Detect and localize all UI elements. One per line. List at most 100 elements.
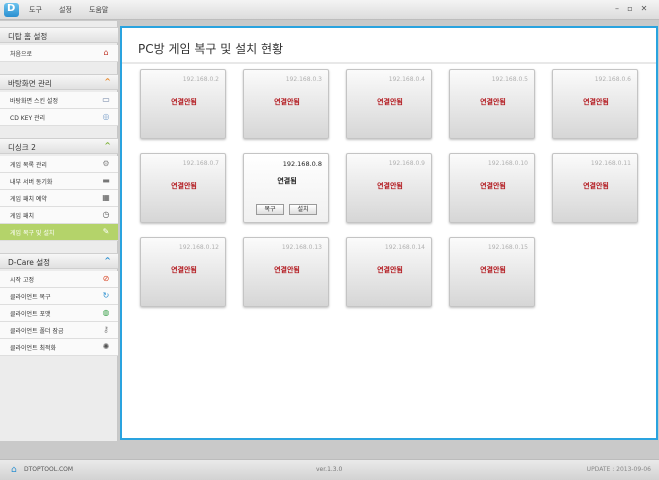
sidebar-item-label: 시작 고정 xyxy=(10,277,34,284)
restore-icon: ↻ xyxy=(102,291,110,300)
page-title: PC방 게임 복구 및 설치 현황 xyxy=(138,42,284,56)
spinner-icon: ✺ xyxy=(102,342,110,351)
lock-icon: ⚷ xyxy=(103,325,109,334)
pc-card[interactable]: 192.168.0.3 연결안됨 xyxy=(243,69,329,139)
block-icon: ⊘ xyxy=(102,274,110,283)
pc-card[interactable]: 192.168.0.15 연결안됨 xyxy=(449,237,535,307)
sidebar-item[interactable]: 게임 목록 관리 ⚙ xyxy=(0,156,118,173)
close-icon[interactable]: ✕ xyxy=(639,4,649,14)
pc-status-label: 연결안됨 xyxy=(583,182,609,190)
sidebar-item[interactable]: 바탕화면 스킨 설정 ▭ xyxy=(0,92,118,109)
disc-icon: ◎ xyxy=(102,112,110,121)
pc-ip-label: 192.168.0.12 xyxy=(178,244,219,251)
sidebar-item-label: CD KEY 관리 xyxy=(10,115,46,122)
pc-card[interactable]: 192.168.0.2 연결안됨 xyxy=(140,69,226,139)
pc-ip-label: 192.168.0.14 xyxy=(384,244,425,251)
pc-ip-label: 192.168.0.2 xyxy=(182,76,219,83)
pc-ip-label: 192.168.0.15 xyxy=(487,244,528,251)
pc-status-label: 연결안됨 xyxy=(480,266,506,274)
chevron-up-icon[interactable]: ^ xyxy=(104,77,111,86)
pc-status-label: 연결안됨 xyxy=(480,98,506,106)
pc-ip-label: 192.168.0.10 xyxy=(487,160,528,167)
pc-card[interactable]: 192.168.0.12 연결안됨 xyxy=(140,237,226,307)
sidebar-item[interactable]: 클라이언트 폴더 잠금 ⚷ xyxy=(0,322,118,339)
globe-icon: ◍ xyxy=(102,308,110,317)
pc-card[interactable]: 192.168.0.13 연결안됨 xyxy=(243,237,329,307)
pc-ip-label: 192.168.0.13 xyxy=(281,244,322,251)
sidebar-section-title: D-Care 설정 xyxy=(8,258,51,267)
sidebar-item-label: 클라이언트 최적화 xyxy=(10,345,57,352)
sidebar-item[interactable]: 게임 패치 ◷ xyxy=(0,207,118,224)
sidebar-item[interactable]: 클라이언트 포맷 ◍ xyxy=(0,305,118,322)
pc-ip-label: 192.168.0.11 xyxy=(590,160,631,167)
sidebar-item[interactable]: CD KEY 관리 ◎ xyxy=(0,109,118,126)
chevron-up-icon[interactable]: ^ xyxy=(104,141,111,150)
sidebar-item[interactable]: 게임 패치 예약 ▦ xyxy=(0,190,118,207)
pc-status-label: 연결안됨 xyxy=(377,98,403,106)
restore-button[interactable]: 복구 xyxy=(256,204,284,215)
pc-ip-label: 192.168.0.8 xyxy=(282,160,322,168)
pc-ip-label: 192.168.0.4 xyxy=(388,76,425,83)
sidebar-section-header[interactable]: 디싱크 2 ^ xyxy=(0,138,118,154)
pc-status-label: 연결안됨 xyxy=(377,182,403,190)
sidebar-item[interactable]: 시작 고정 ⊘ xyxy=(0,271,118,288)
home-icon[interactable]: ⌂ xyxy=(11,466,20,475)
pc-card[interactable]: 192.168.0.6 연결안됨 xyxy=(552,69,638,139)
sidebar-section-header[interactable]: 바탕화면 관리 ^ xyxy=(0,74,118,90)
sidebar-item-label: 게임 패치 예약 xyxy=(10,196,47,203)
sidebar-section-header[interactable]: D-Care 설정 ^ xyxy=(0,253,118,269)
title-bar: 도구 설정 도움말 – ▫ ✕ xyxy=(0,0,659,20)
title-divider xyxy=(122,62,656,64)
pc-status-label: 연결안됨 xyxy=(274,266,300,274)
sidebar-section-title: 디싱크 2 xyxy=(8,143,36,152)
pc-status-label: 연결안됨 xyxy=(171,266,197,274)
menu-tools[interactable]: 도구 xyxy=(29,5,42,15)
pc-card[interactable]: 192.168.0.7 연결안됨 xyxy=(140,153,226,223)
wrench-icon: ✎ xyxy=(102,227,110,236)
menu-help[interactable]: 도움말 xyxy=(89,5,108,15)
pc-ip-label: 192.168.0.5 xyxy=(491,76,528,83)
sidebar-item-label: 게임 복구 및 설치 xyxy=(10,230,55,237)
pc-ip-label: 192.168.0.7 xyxy=(182,160,219,167)
calendar-icon: ▦ xyxy=(102,193,110,202)
site-link[interactable]: DTOPTOOL.COM xyxy=(24,466,73,473)
pc-status-label: 연결안됨 xyxy=(171,98,197,106)
sidebar-item[interactable]: 처음으로 ⌂ xyxy=(0,45,118,62)
version-label: ver.1.3.0 xyxy=(316,466,343,473)
pc-ip-label: 192.168.0.9 xyxy=(388,160,425,167)
pc-card[interactable]: 192.168.0.10 연결안됨 xyxy=(449,153,535,223)
pc-card[interactable]: 192.168.0.9 연결안됨 xyxy=(346,153,432,223)
sidebar-item[interactable]: 내부 서버 동기화 ▬ xyxy=(0,173,118,190)
app-logo xyxy=(4,3,19,17)
pc-ip-label: 192.168.0.3 xyxy=(285,76,322,83)
pc-status-label: 연결안됨 xyxy=(480,182,506,190)
minimize-icon[interactable]: – xyxy=(612,4,622,14)
sidebar-section-title: 바탕화면 관리 xyxy=(8,79,52,88)
sidebar-section-header[interactable]: 디탑 홈 설정 xyxy=(0,27,118,43)
update-date: UPDATE : 2013-09-06 xyxy=(586,466,651,473)
pc-card[interactable]: 192.168.0.14 연결안됨 xyxy=(346,237,432,307)
sidebar-item[interactable]: 게임 복구 및 설치 ✎ xyxy=(0,224,118,241)
pc-status-label: 연결안됨 xyxy=(377,266,403,274)
pc-status-label: 연결안됨 xyxy=(274,98,300,106)
restore-icon[interactable]: ▫ xyxy=(625,4,635,14)
pc-card[interactable]: 192.168.0.5 연결안됨 xyxy=(449,69,535,139)
menu-settings[interactable]: 설정 xyxy=(59,5,72,15)
pc-card[interactable]: 192.168.0.4 연결안됨 xyxy=(346,69,432,139)
pc-card[interactable]: 192.168.0.11 연결안됨 xyxy=(552,153,638,223)
sidebar-item-label: 바탕화면 스킨 설정 xyxy=(10,98,58,105)
chevron-up-icon[interactable]: ^ xyxy=(104,256,111,265)
sidebar-item-label: 게임 목록 관리 xyxy=(10,162,47,169)
sidebar-item-label: 클라이언트 복구 xyxy=(10,294,51,301)
sidebar-item[interactable]: 클라이언트 복구 ↻ xyxy=(0,288,118,305)
pc-ip-label: 192.168.0.6 xyxy=(594,76,631,83)
main-panel: PC방 게임 복구 및 설치 현황 192.168.0.2 연결안됨 192.168… xyxy=(120,26,658,440)
sidebar-item[interactable]: 클라이언트 최적화 ✺ xyxy=(0,339,118,356)
pc-card[interactable]: 192.168.0.8 연결됨 복구 설치 xyxy=(243,153,329,223)
pc-status-label: 연결안됨 xyxy=(583,98,609,106)
sidebar-item-label: 내부 서버 동기화 xyxy=(10,179,53,186)
install-button[interactable]: 설치 xyxy=(289,204,317,215)
status-bar: ⌂ DTOPTOOL.COM ver.1.3.0 UPDATE : 2013-0… xyxy=(0,459,659,480)
sidebar-item-label: 처음으로 xyxy=(10,51,33,58)
gear-icon: ⚙ xyxy=(102,159,110,168)
